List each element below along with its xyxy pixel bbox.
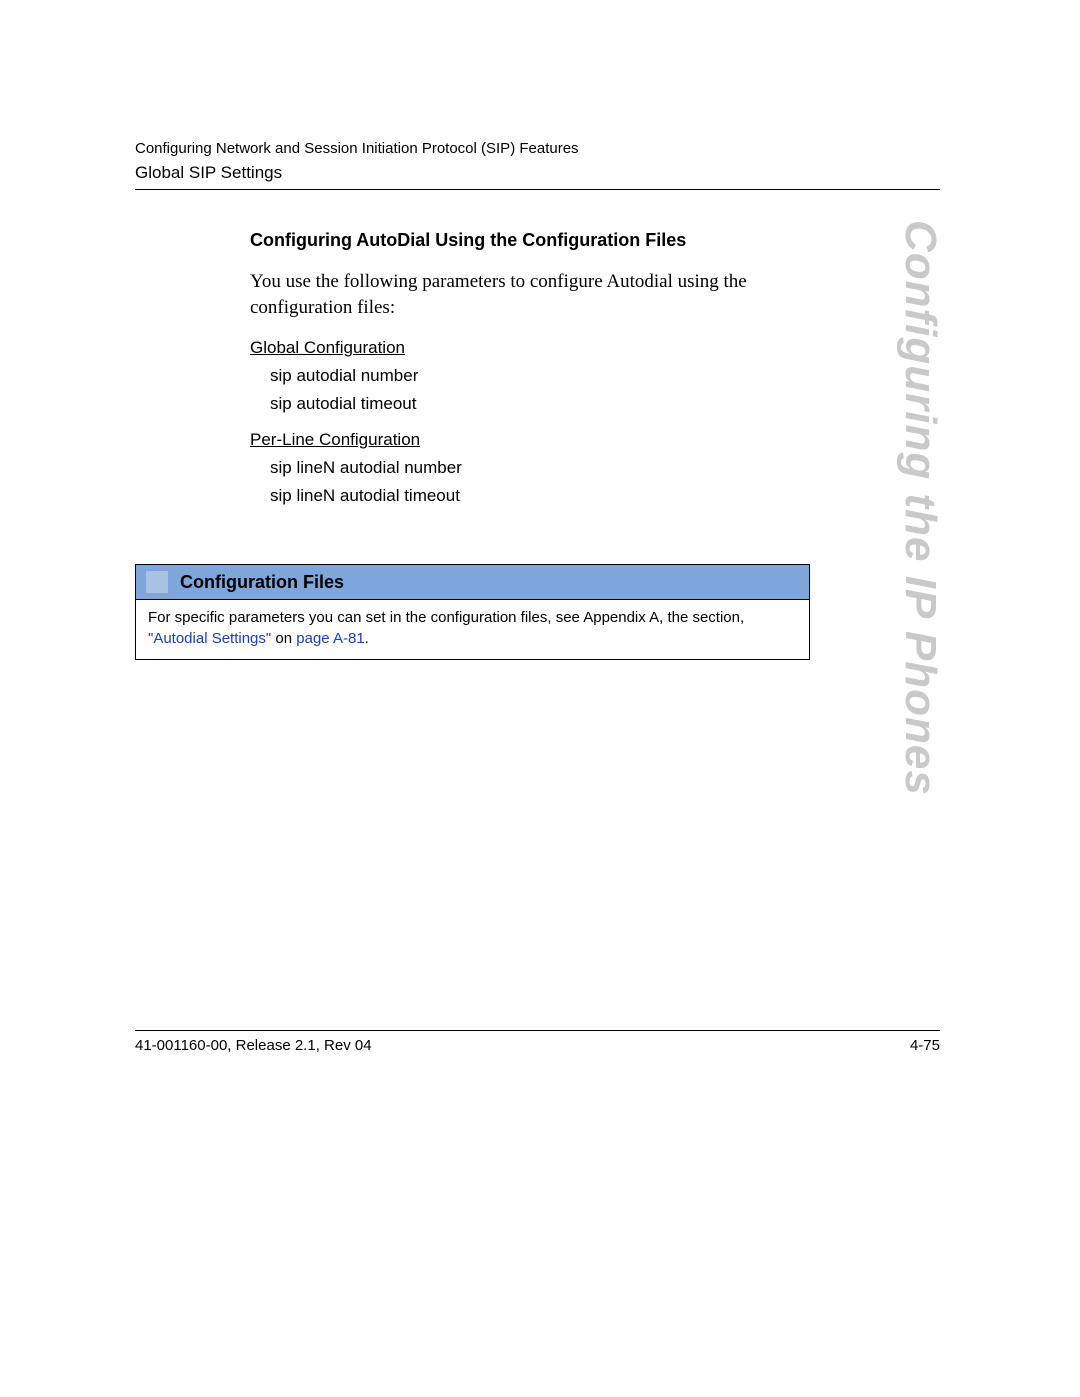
intro-paragraph: You use the following parameters to conf… bbox=[250, 269, 810, 320]
box-text-mid: on bbox=[271, 630, 296, 647]
config-files-box: Configuration Files For specific paramet… bbox=[135, 564, 810, 660]
perline-config-label: Per-Line Configuration bbox=[250, 430, 810, 450]
box-text-prefix: For specific parameters you can set in t… bbox=[148, 609, 744, 626]
global-config-label: Global Configuration bbox=[250, 338, 810, 358]
chapter-watermark: Configuring the IP Phones bbox=[895, 220, 945, 796]
box-header: Configuration Files bbox=[135, 564, 810, 600]
perline-param-list: sip lineN autodial number sip lineN auto… bbox=[270, 458, 810, 506]
global-param-list: sip autodial number sip autodial timeout bbox=[270, 366, 810, 414]
param-item: sip lineN autodial timeout bbox=[270, 486, 810, 506]
header-breadcrumb: Configuring Network and Session Initiati… bbox=[135, 140, 940, 157]
header-divider bbox=[135, 189, 940, 190]
main-content: Configuring AutoDial Using the Configura… bbox=[250, 230, 810, 506]
document-icon bbox=[146, 571, 168, 593]
page-link[interactable]: page A-81 bbox=[296, 630, 364, 647]
box-body: For specific parameters you can set in t… bbox=[135, 600, 810, 660]
box-title: Configuration Files bbox=[180, 572, 344, 593]
header-section: Global SIP Settings bbox=[135, 163, 940, 183]
param-item: sip autodial number bbox=[270, 366, 810, 386]
page-footer: 41-001160-00, Release 2.1, Rev 04 4-75 bbox=[135, 1030, 940, 1054]
autodial-settings-link[interactable]: "Autodial Settings" bbox=[148, 630, 271, 647]
footer-right: 4-75 bbox=[910, 1037, 940, 1054]
footer-divider bbox=[135, 1030, 940, 1031]
footer-row: 41-001160-00, Release 2.1, Rev 04 4-75 bbox=[135, 1037, 940, 1054]
page-content: Configuring Network and Session Initiati… bbox=[135, 140, 940, 660]
box-text-suffix: . bbox=[365, 630, 369, 647]
param-item: sip lineN autodial number bbox=[270, 458, 810, 478]
section-heading: Configuring AutoDial Using the Configura… bbox=[250, 230, 810, 251]
footer-left: 41-001160-00, Release 2.1, Rev 04 bbox=[135, 1037, 372, 1054]
param-item: sip autodial timeout bbox=[270, 394, 810, 414]
